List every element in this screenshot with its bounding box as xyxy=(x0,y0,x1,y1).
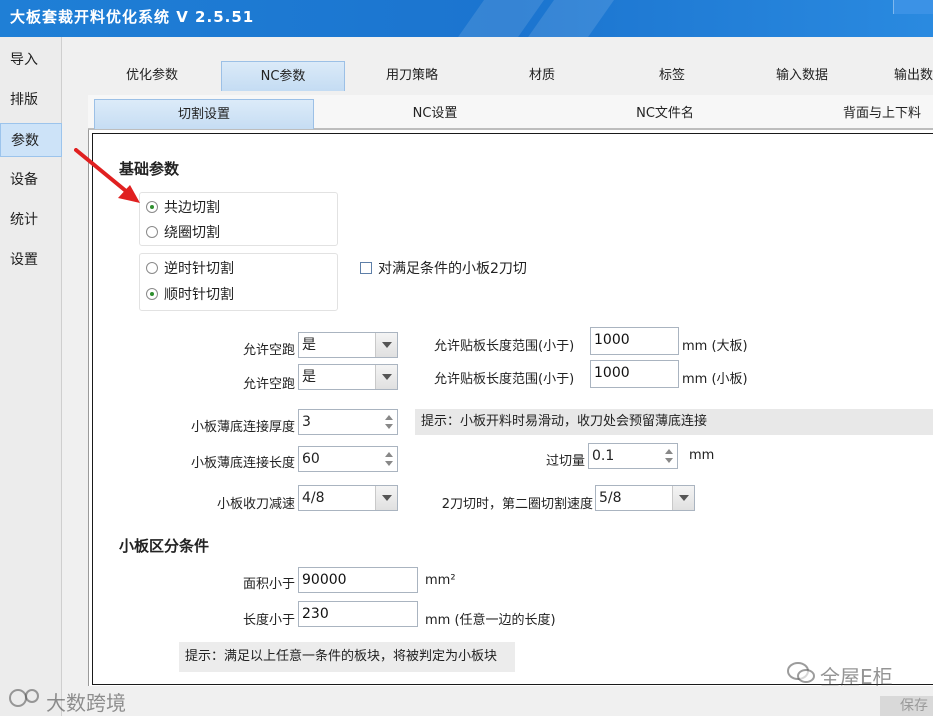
stick-range-unit: mm (大板) xyxy=(682,339,748,354)
tab-optimization-params[interactable]: 优化参数 xyxy=(92,61,212,91)
tab-tool-strategy[interactable]: 用刀策略 xyxy=(352,61,472,91)
hint-small-board: 提示：满足以上任意一条件的板块，将被判定为小板块 xyxy=(179,642,515,672)
thin-thickness-label: 小板薄底连接厚度 xyxy=(190,420,295,435)
radio-indicator xyxy=(146,201,158,213)
slowdown-label: 小板收刀减速 xyxy=(216,497,295,512)
stick-range-large-input[interactable]: 1000 xyxy=(590,327,679,355)
stick-range-small-input[interactable]: 1000 xyxy=(590,360,679,388)
radio-label: 逆时针切割 xyxy=(164,261,234,277)
watermark-logo-icon xyxy=(9,689,39,707)
watermark-right: 全屋E柜 xyxy=(820,665,893,689)
allow-idle-label: 允许空跑 xyxy=(242,343,295,358)
radio-label: 共边切割 xyxy=(164,200,220,216)
length-input[interactable]: 230 xyxy=(298,601,418,627)
tab-nc-params[interactable]: NC参数 xyxy=(221,61,345,91)
spin-down-icon[interactable] xyxy=(385,424,393,429)
save-button[interactable]: 保存 xyxy=(880,696,933,716)
sidebar-item-settings[interactable]: 设置 xyxy=(0,243,62,277)
cut-settings-panel: 基础参数 共边切割 绕圈切割 逆时针切割 顺时针切割 对满足条件的小板2刀切 允… xyxy=(88,129,933,686)
sidebar-item-device[interactable]: 设备 xyxy=(0,163,62,197)
overcut-unit: mm xyxy=(689,448,715,463)
radio-indicator xyxy=(146,262,158,274)
direction-group: 逆时针切割 顺时针切割 xyxy=(139,253,338,311)
area-label: 面积小于 xyxy=(242,577,295,592)
spin-up-icon[interactable] xyxy=(665,449,673,454)
radio-indicator xyxy=(146,288,158,300)
sidebar-item-parameters[interactable]: 参数 xyxy=(0,123,62,157)
stick-range-label: 允许贴板长度范围(小于) xyxy=(434,372,575,387)
select-value: 4/8 xyxy=(302,490,325,506)
allow-idle-select-2[interactable]: 是 xyxy=(298,364,398,390)
thin-thickness-spinner[interactable]: 3 xyxy=(298,409,398,435)
second-speed-label: 2刀切时，第二圈切割速度 xyxy=(441,497,593,512)
spinner-buttons xyxy=(381,447,397,471)
area-unit: mm² xyxy=(425,573,456,588)
checkbox-two-cut-small-board[interactable]: 对满足条件的小板2刀切 xyxy=(360,258,527,278)
area-input[interactable]: 90000 xyxy=(298,567,418,593)
watermark-left: 大数跨境 xyxy=(46,691,126,715)
sub-tabs: 切割设置 NC设置 NC文件名 背面与上下料 xyxy=(88,95,933,129)
chevron-down-icon[interactable] xyxy=(375,365,397,389)
tab-output-data[interactable]: 输出数 xyxy=(872,61,933,91)
thin-length-spinner[interactable]: 60 xyxy=(298,446,398,472)
spin-up-icon[interactable] xyxy=(385,415,393,420)
stick-range-label: 允许贴板长度范围(小于) xyxy=(434,339,575,354)
hint-slip: 提示：小板开料时易滑动，收刀处会预留薄底连接 xyxy=(415,409,933,435)
length-unit: mm (任意一边的长度) xyxy=(425,613,556,628)
spinner-value: 60 xyxy=(302,451,320,467)
thin-length-label: 小板薄底连接长度 xyxy=(190,456,295,471)
chevron-down-icon[interactable] xyxy=(672,486,694,510)
tab-nc-filename[interactable]: NC文件名 xyxy=(554,99,776,129)
allow-idle-select[interactable]: 是 xyxy=(298,332,398,358)
small-board-heading: 小板区分条件 xyxy=(119,537,210,555)
sidebar-item-layout[interactable]: 排版 xyxy=(0,83,62,117)
chevron-down-icon[interactable] xyxy=(375,333,397,357)
second-speed-select[interactable]: 5/8 xyxy=(595,485,695,511)
overcut-spinner[interactable]: 0.1 xyxy=(588,443,678,469)
spinner-buttons xyxy=(381,410,397,434)
radio-label: 绕圈切割 xyxy=(164,225,220,241)
checkbox-label: 对满足条件的小板2刀切 xyxy=(378,261,527,277)
radio-label: 顺时针切割 xyxy=(164,287,234,303)
tab-cut-settings[interactable]: 切割设置 xyxy=(94,99,314,129)
wechat-icon xyxy=(787,662,815,683)
radio-counterclockwise-cut[interactable]: 逆时针切割 xyxy=(146,258,234,278)
spin-down-icon[interactable] xyxy=(665,458,673,463)
cut-mode-group: 共边切割 绕圈切割 xyxy=(139,192,338,246)
overcut-label: 过切量 xyxy=(545,454,585,469)
tab-input-data[interactable]: 输入数据 xyxy=(742,61,862,91)
stick-range-unit: mm (小板) xyxy=(682,372,748,387)
spinner-value: 0.1 xyxy=(592,448,615,464)
spin-down-icon[interactable] xyxy=(385,461,393,466)
radio-indicator xyxy=(146,226,158,238)
tab-back-and-loading[interactable]: 背面与上下料 xyxy=(788,99,933,129)
title-bar: 大板套裁开料优化系统 V 2.5.51 xyxy=(0,0,933,37)
spin-up-icon[interactable] xyxy=(385,452,393,457)
main-tabs: 优化参数 NC参数 用刀策略 材质 标签 输入数据 输出数 xyxy=(62,37,933,93)
radio-shared-edge-cut[interactable]: 共边切割 xyxy=(146,197,220,217)
select-value: 5/8 xyxy=(599,490,622,506)
sidebar-item-statistics[interactable]: 统计 xyxy=(0,203,62,237)
radio-around-cut[interactable]: 绕圈切割 xyxy=(146,222,220,242)
select-value: 是 xyxy=(302,369,316,385)
sidebar-item-import[interactable]: 导入 xyxy=(0,43,62,77)
app-title: 大板套裁开料优化系统 V 2.5.51 xyxy=(10,8,255,26)
tab-material[interactable]: 材质 xyxy=(482,61,602,91)
radio-clockwise-cut[interactable]: 顺时针切割 xyxy=(146,284,234,304)
tab-nc-settings[interactable]: NC设置 xyxy=(324,99,546,129)
checkbox-indicator xyxy=(360,262,372,274)
tab-label[interactable]: 标签 xyxy=(612,61,732,91)
slowdown-select[interactable]: 4/8 xyxy=(298,485,398,511)
spinner-value: 3 xyxy=(302,414,311,430)
allow-idle-label: 允许空跑 xyxy=(242,377,295,392)
chevron-down-icon[interactable] xyxy=(375,486,397,510)
sidebar: 导入 排版 参数 设备 统计 设置 xyxy=(0,37,62,716)
spinner-buttons xyxy=(661,444,677,468)
red-arrow-icon xyxy=(74,148,140,203)
length-label: 长度小于 xyxy=(242,613,295,628)
select-value: 是 xyxy=(302,337,316,353)
window-control-button[interactable] xyxy=(893,0,933,14)
